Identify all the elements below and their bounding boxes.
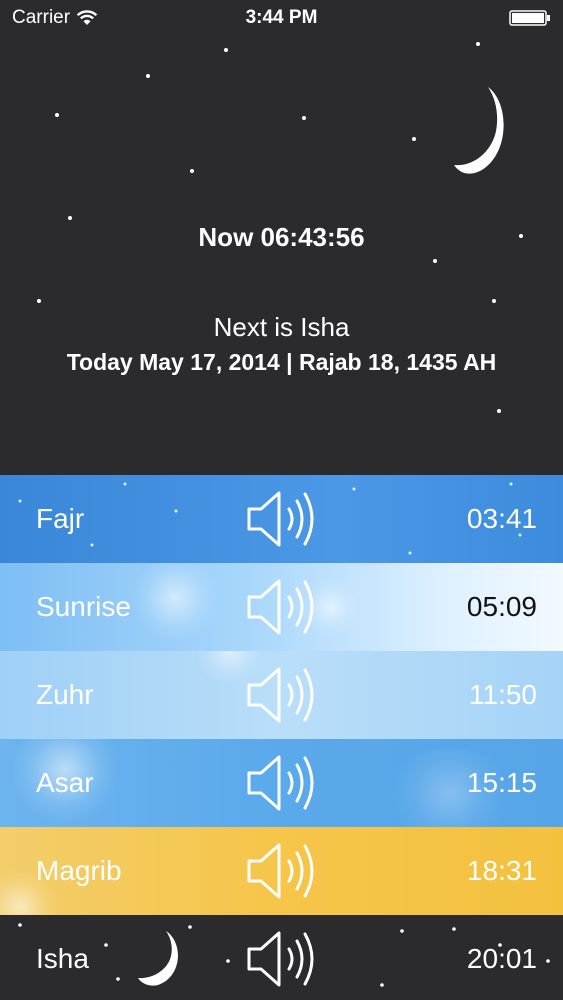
prayer-time: 03:41 (466, 503, 537, 534)
prayer-times-screen: Now 06:43:56 Next is Isha Today May 17, … (0, 0, 563, 1000)
prayer-list: Fajr 03:41 Sunrise 05:09 Zuhr 11:50 Asar… (0, 475, 563, 1000)
speaker-icon[interactable] (245, 573, 319, 641)
prayer-time: 18:31 (466, 855, 537, 886)
status-bar: Carrier 3:44 PM (0, 0, 563, 36)
prayer-name: Magrib (36, 855, 122, 886)
prayer-time: 20:01 (466, 943, 537, 974)
crescent-moon-icon (138, 931, 178, 986)
prayer-name: Zuhr (36, 679, 94, 710)
prayer-row-zuhr[interactable]: Zuhr 11:50 (0, 651, 563, 739)
speaker-icon[interactable] (245, 925, 319, 993)
next-prayer-label: Next is Isha (213, 312, 350, 342)
crescent-moon-icon (454, 87, 504, 174)
night-sky-header: Now 06:43:56 Next is Isha Today May 17, … (0, 0, 563, 475)
status-time: 3:44 PM (245, 7, 318, 28)
light-flare-decoration (130, 563, 220, 643)
prayer-time: 05:09 (466, 591, 537, 622)
prayer-row-fajr[interactable]: Fajr 03:41 (0, 475, 563, 563)
battery-icon (509, 10, 550, 26)
prayer-row-isha[interactable]: Isha 20:01 (0, 915, 563, 1000)
current-time-label: Now 06:43:56 (198, 222, 365, 252)
prayer-name: Fajr (36, 503, 85, 534)
prayer-time: 15:15 (466, 767, 537, 798)
prayer-row-asar[interactable]: Asar 15:15 (0, 739, 563, 827)
speaker-icon[interactable] (245, 485, 319, 553)
speaker-icon[interactable] (245, 661, 319, 729)
date-label: Today May 17, 2014 | Rajab 18, 1435 AH (66, 349, 497, 375)
speaker-icon[interactable] (245, 749, 319, 817)
speaker-icon[interactable] (245, 837, 319, 905)
prayer-row-magrib[interactable]: Magrib 18:31 (0, 827, 563, 915)
prayer-time: 11:50 (469, 679, 537, 710)
prayer-row-sunrise[interactable]: Sunrise 05:09 (0, 563, 563, 651)
prayer-name: Asar (36, 767, 94, 798)
prayer-name: Sunrise (36, 591, 131, 622)
prayer-name: Isha (36, 943, 89, 974)
